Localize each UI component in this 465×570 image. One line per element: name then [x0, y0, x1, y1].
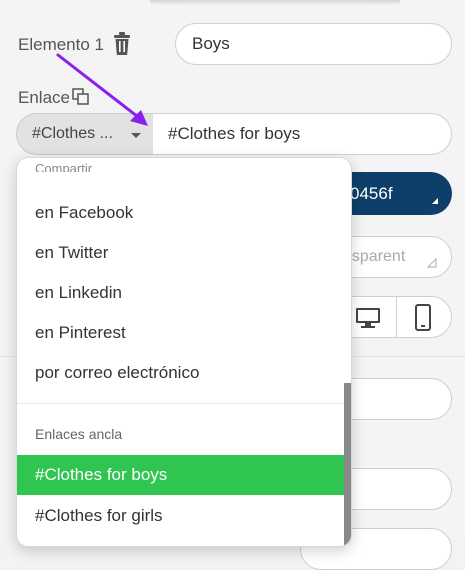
anchor-girls-option[interactable]: #Clothes for girls — [17, 496, 345, 536]
share-facebook-option[interactable]: en Facebook — [17, 193, 345, 233]
color-value: 0456f — [350, 183, 393, 203]
share-email-option[interactable]: por correo electrónico — [17, 353, 345, 393]
anchor-boys-option[interactable]: #Clothes for boys — [17, 455, 345, 495]
resize-corner-icon — [432, 198, 438, 204]
link-input[interactable]: #Clothes for boys — [153, 113, 452, 155]
annotation-arrow-icon — [56, 53, 148, 126]
background-value: nsparent — [343, 248, 406, 265]
anchor-section-header: Enlaces ancla — [35, 426, 123, 442]
share-linkedin-option[interactable]: en Linkedin — [17, 273, 345, 313]
element-name-value: Boys — [192, 34, 230, 53]
link-input-value: #Clothes for boys — [168, 124, 301, 143]
top-shadow — [150, 0, 400, 6]
share-section-header: Compartir — [35, 162, 93, 172]
dropdown-divider — [17, 403, 345, 404]
desktop-icon[interactable] — [355, 307, 381, 334]
settings-panel: Elemento 1 Boys Enlace #Clothes ... #Clo… — [0, 0, 465, 570]
dropdown-scrollbar[interactable] — [344, 383, 351, 546]
mobile-icon[interactable] — [415, 304, 431, 336]
share-twitter-option[interactable]: en Twitter — [17, 233, 345, 273]
resize-corner-icon — [426, 255, 437, 273]
share-pinterest-option[interactable]: en Pinterest — [17, 313, 345, 353]
element-name-input[interactable]: Boys — [175, 23, 452, 65]
device-separator — [396, 296, 397, 338]
link-options-dropdown[interactable]: Compartir en Facebook en Twitter en Link… — [16, 157, 352, 547]
